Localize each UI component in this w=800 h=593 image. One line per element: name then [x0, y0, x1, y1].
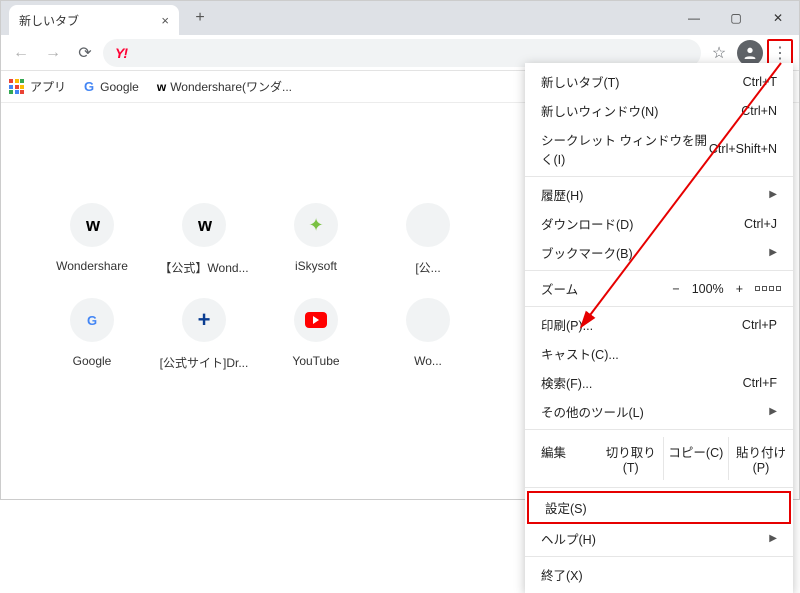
fullscreen-icon[interactable]: [755, 286, 781, 291]
menu-new-tab[interactable]: 新しいタブ(T)Ctrl+T: [525, 67, 793, 96]
youtube-icon: [305, 312, 327, 328]
annotation-highlight-settings: 設定(S): [527, 491, 791, 524]
menu-edit-row: 編集 切り取り(T) コピー(C) 貼り付け(P): [525, 433, 793, 484]
menu-separator: [525, 306, 793, 307]
menu-help[interactable]: ヘルプ(H)▶: [525, 524, 793, 553]
close-window-button[interactable]: ✕: [757, 3, 799, 33]
browser-tab[interactable]: 新しいタブ ×: [9, 5, 179, 35]
menu-more-tools[interactable]: その他のツール(L)▶: [525, 397, 793, 426]
back-button[interactable]: ←: [7, 39, 35, 67]
bookmark-label: Google: [100, 80, 139, 94]
wondershare-icon: w: [157, 80, 164, 94]
tile-partial-1[interactable]: [公...: [377, 203, 479, 276]
tile-partial-2[interactable]: Wo...: [377, 298, 479, 371]
tile-wondershare-official[interactable]: w【公式】Wond...: [153, 203, 255, 276]
menu-bookmarks[interactable]: ブックマーク(B)▶: [525, 238, 793, 267]
minimize-button[interactable]: —: [673, 3, 715, 33]
tile-iskysoft[interactable]: ✦iSkysoft: [265, 203, 367, 276]
chrome-main-menu: 新しいタブ(T)Ctrl+T 新しいウィンドウ(N)Ctrl+N シークレット …: [525, 63, 793, 593]
titlebar: 新しいタブ × + — ▢ ✕: [1, 1, 799, 35]
menu-separator: [525, 487, 793, 488]
zoom-value: 100%: [692, 282, 724, 296]
menu-history[interactable]: 履歴(H)▶: [525, 180, 793, 209]
apps-shortcut[interactable]: アプリ: [9, 78, 66, 95]
close-tab-icon[interactable]: ×: [161, 13, 169, 28]
zoom-in-button[interactable]: +: [736, 282, 743, 296]
submenu-arrow-icon: ▶: [769, 247, 777, 258]
submenu-arrow-icon: ▶: [769, 406, 777, 417]
tile-drfone[interactable]: +[公式サイト]Dr...: [153, 298, 255, 371]
site-icon: Y!: [115, 45, 127, 61]
apps-grid-icon: [9, 79, 24, 94]
menu-downloads[interactable]: ダウンロード(D)Ctrl+J: [525, 209, 793, 238]
forward-button[interactable]: →: [39, 39, 67, 67]
menu-separator: [525, 556, 793, 557]
edit-label: 編集: [525, 437, 599, 480]
menu-find[interactable]: 検索(F)...Ctrl+F: [525, 368, 793, 397]
tab-title: 新しいタブ: [19, 12, 79, 29]
menu-zoom-row: ズーム − 100% +: [525, 274, 793, 303]
menu-cut[interactable]: 切り取り(T): [599, 437, 664, 480]
menu-exit[interactable]: 終了(X): [525, 560, 793, 589]
maximize-button[interactable]: ▢: [715, 3, 757, 33]
submenu-arrow-icon: ▶: [769, 533, 777, 544]
menu-new-window[interactable]: 新しいウィンドウ(N)Ctrl+N: [525, 96, 793, 125]
menu-separator: [525, 176, 793, 177]
tile-youtube[interactable]: YouTube: [265, 298, 367, 371]
tile-google[interactable]: GGoogle: [41, 298, 143, 371]
bookmark-wondershare[interactable]: w Wondershare(ワンダ...: [157, 78, 292, 95]
profile-avatar-button[interactable]: [737, 40, 763, 66]
new-tab-button[interactable]: +: [187, 5, 213, 31]
menu-incognito[interactable]: シークレット ウィンドウを開く(I)Ctrl+Shift+N: [525, 125, 793, 173]
menu-separator: [525, 270, 793, 271]
tile-wondershare[interactable]: wWondershare: [41, 203, 143, 276]
bookmark-label: Wondershare(ワンダ...: [170, 78, 292, 95]
zoom-label: ズーム: [541, 279, 660, 298]
google-icon: G: [84, 79, 94, 94]
zoom-out-button[interactable]: −: [672, 282, 679, 296]
submenu-arrow-icon: ▶: [769, 189, 777, 200]
menu-paste[interactable]: 貼り付け(P): [729, 437, 793, 480]
reload-button[interactable]: ⟳: [71, 39, 99, 67]
menu-copy[interactable]: コピー(C): [664, 437, 729, 480]
menu-settings[interactable]: 設定(S): [529, 493, 789, 522]
menu-cast[interactable]: キャスト(C)...: [525, 339, 793, 368]
menu-separator: [525, 429, 793, 430]
apps-label: アプリ: [30, 78, 66, 95]
window-controls: — ▢ ✕: [673, 3, 799, 33]
bookmark-google[interactable]: G Google: [84, 79, 139, 94]
menu-print[interactable]: 印刷(P)...Ctrl+P: [525, 310, 793, 339]
